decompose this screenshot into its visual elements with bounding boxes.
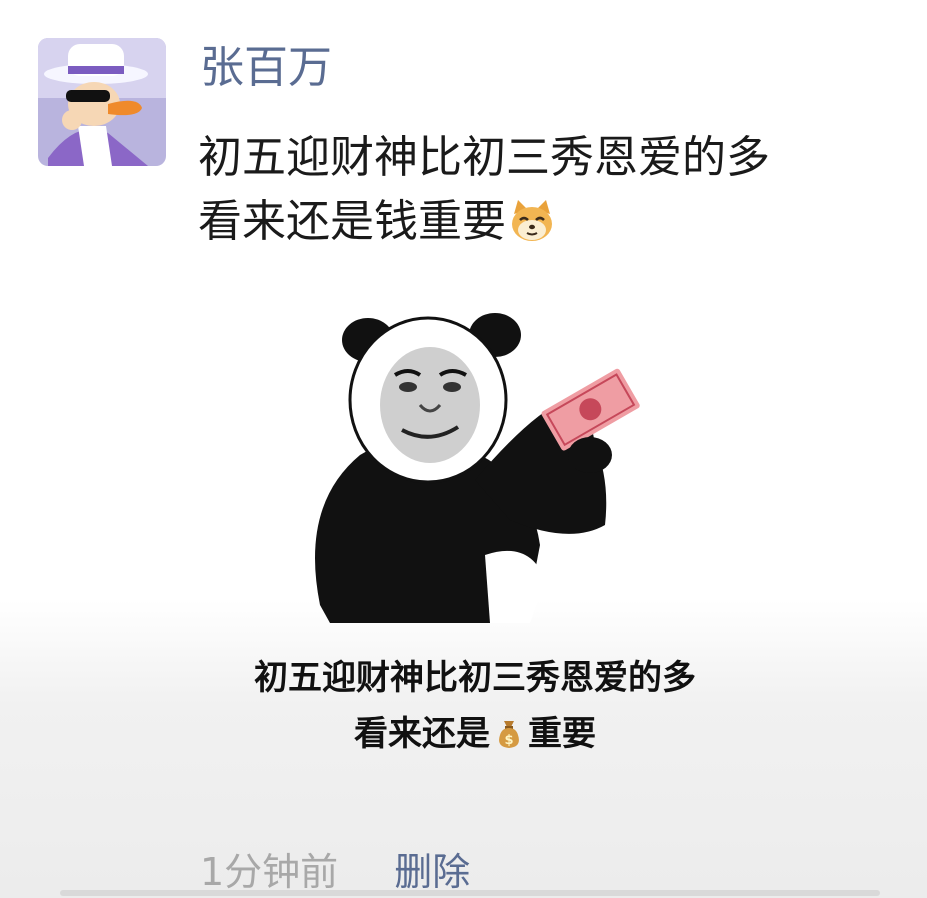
meme-caption: 初五迎财神比初三秀恩爱的多 看来还是 $ 重要 xyxy=(170,650,780,768)
horizontal-scrollbar[interactable] xyxy=(60,890,880,896)
post-text-line-1: 初五迎财神比初三秀恩爱的多 xyxy=(198,132,770,183)
avatar[interactable] xyxy=(38,38,166,166)
timestamp: 1分钟前 xyxy=(200,850,339,894)
meme-caption-line-2: 看来还是 $ 重要 xyxy=(170,706,780,768)
meme-caption-line-1: 初五迎财神比初三秀恩爱的多 xyxy=(254,658,696,698)
post-text-line-2-text: 看来还是钱重要 xyxy=(198,196,506,247)
post-text: 初五迎财神比初三秀恩爱的多 看来还是钱重要 xyxy=(198,126,898,262)
money-bag-icon: $ xyxy=(492,712,526,768)
meme-image[interactable] xyxy=(290,305,650,630)
username[interactable]: 张百万 xyxy=(200,40,332,96)
svg-text:$: $ xyxy=(504,733,513,748)
doge-emoji-icon xyxy=(508,196,556,262)
delete-button[interactable]: 删除 xyxy=(394,850,470,894)
post-text-line-2: 看来还是钱重要 xyxy=(198,190,898,262)
meme-caption-suffix: 重要 xyxy=(528,714,596,754)
meme-caption-prefix: 看来还是 xyxy=(354,714,490,754)
